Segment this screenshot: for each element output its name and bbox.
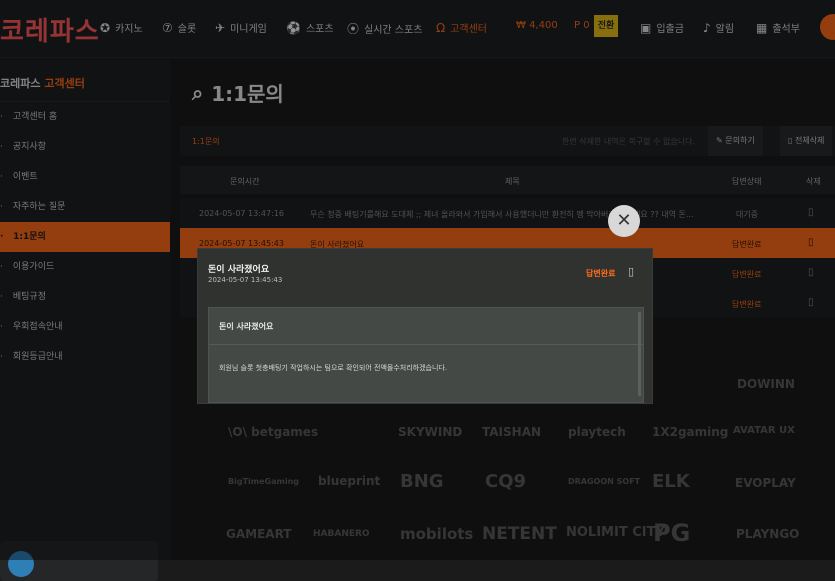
answer-body: 회원님 슬롯 첫충배팅기 작업하시는 팀으로 확인되어 전액몰수처리하겠습니다. bbox=[219, 364, 448, 372]
close-icon: ✕ bbox=[616, 210, 632, 231]
modal-date: 2024-05-07 13:45:43 bbox=[208, 276, 283, 284]
trash-icon[interactable]: ▯ bbox=[628, 265, 634, 278]
divider bbox=[209, 344, 643, 345]
answer-title: 돈이 사라졌어요 bbox=[219, 322, 274, 331]
inquiry-detail-modal: 돈이 사라졌어요 2024-05-07 13:45:43 답변완료 ▯ 돈이 사… bbox=[197, 248, 653, 404]
answer-box: 돈이 사라졌어요 회원님 슬롯 첫충배팅기 작업하시는 팀으로 확인되어 전액몰… bbox=[208, 307, 644, 403]
close-modal-button[interactable]: ✕ bbox=[608, 205, 640, 237]
scrollbar[interactable] bbox=[638, 312, 641, 396]
modal-title: 돈이 사라졌어요 bbox=[208, 265, 270, 275]
status-badge: 답변완료 bbox=[586, 269, 616, 278]
